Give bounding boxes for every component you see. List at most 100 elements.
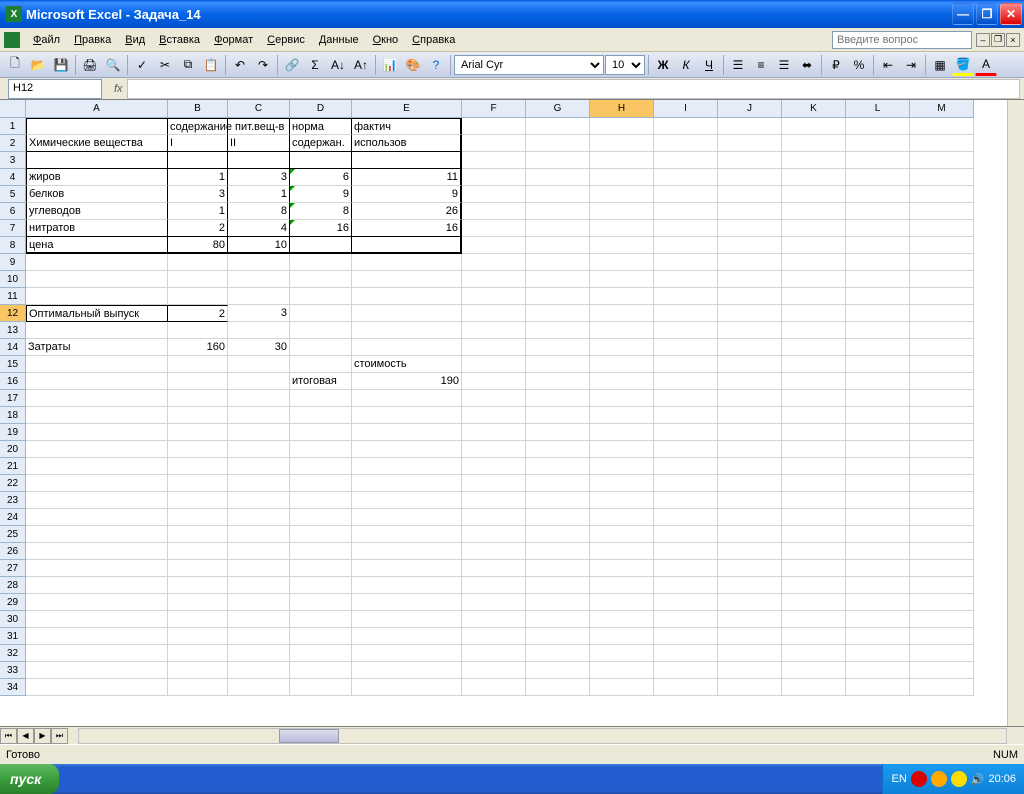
cell[interactable] [846, 407, 910, 424]
cell[interactable] [462, 679, 526, 696]
row-header[interactable]: 1 [0, 118, 26, 135]
cell[interactable] [910, 424, 974, 441]
cell[interactable]: стоимость [352, 356, 462, 373]
cell[interactable] [590, 594, 654, 611]
cell[interactable] [654, 628, 718, 645]
menu-item[interactable]: Правка [67, 31, 118, 49]
cell[interactable] [718, 492, 782, 509]
cell[interactable] [590, 271, 654, 288]
cell[interactable] [910, 118, 974, 135]
save-icon[interactable]: 💾 [50, 54, 72, 76]
column-header[interactable]: L [846, 100, 910, 118]
cell[interactable] [462, 475, 526, 492]
cell[interactable] [352, 271, 462, 288]
row-header[interactable]: 34 [0, 679, 26, 696]
cell[interactable] [718, 118, 782, 135]
menu-item[interactable]: Файл [26, 31, 67, 49]
cell[interactable] [782, 628, 846, 645]
cell[interactable] [654, 339, 718, 356]
cell[interactable] [352, 305, 462, 322]
cell[interactable] [352, 390, 462, 407]
cell[interactable] [526, 339, 590, 356]
cell[interactable] [846, 645, 910, 662]
cell[interactable] [846, 203, 910, 220]
cell[interactable] [26, 356, 168, 373]
cell[interactable] [654, 254, 718, 271]
cell[interactable] [654, 356, 718, 373]
cell[interactable] [782, 526, 846, 543]
cell[interactable] [782, 271, 846, 288]
autosum-icon[interactable]: Σ [304, 54, 326, 76]
row-header[interactable]: 33 [0, 662, 26, 679]
cell[interactable] [352, 526, 462, 543]
cell[interactable] [290, 407, 352, 424]
cell[interactable] [526, 611, 590, 628]
row-header[interactable]: 18 [0, 407, 26, 424]
menu-item[interactable]: Окно [366, 31, 406, 49]
cell[interactable] [168, 662, 228, 679]
cell[interactable] [168, 271, 228, 288]
cell[interactable] [846, 662, 910, 679]
cell[interactable] [846, 560, 910, 577]
copy-icon[interactable]: ⧉ [177, 54, 199, 76]
paste-icon[interactable]: 📋 [200, 54, 222, 76]
cell[interactable] [782, 220, 846, 237]
cell[interactable] [526, 271, 590, 288]
cell[interactable] [228, 543, 290, 560]
cell[interactable] [526, 645, 590, 662]
cell[interactable]: 10 [228, 237, 290, 254]
cell[interactable] [352, 679, 462, 696]
cell[interactable] [526, 356, 590, 373]
cell[interactable] [846, 526, 910, 543]
cell[interactable] [910, 526, 974, 543]
cell[interactable] [168, 492, 228, 509]
cell[interactable] [654, 543, 718, 560]
preview-icon[interactable]: 🔍 [102, 54, 124, 76]
cell[interactable] [228, 271, 290, 288]
cell[interactable]: 16 [290, 220, 352, 237]
font-size-combo[interactable]: 10 [605, 55, 645, 75]
cell[interactable] [782, 288, 846, 305]
cell[interactable] [290, 288, 352, 305]
cell[interactable]: 30 [228, 339, 290, 356]
cell[interactable] [26, 271, 168, 288]
row-header[interactable]: 21 [0, 458, 26, 475]
cell[interactable] [910, 662, 974, 679]
cell[interactable] [910, 475, 974, 492]
cell[interactable] [590, 662, 654, 679]
cell[interactable] [782, 424, 846, 441]
cell[interactable] [910, 611, 974, 628]
cell[interactable] [846, 305, 910, 322]
cell[interactable] [168, 441, 228, 458]
cell[interactable] [910, 594, 974, 611]
cell[interactable] [782, 169, 846, 186]
cell[interactable] [654, 424, 718, 441]
cell[interactable] [168, 594, 228, 611]
cell[interactable] [26, 611, 168, 628]
row-header[interactable]: 8 [0, 237, 26, 254]
cell[interactable] [290, 424, 352, 441]
cell[interactable] [228, 373, 290, 390]
column-header[interactable]: D [290, 100, 352, 118]
cell[interactable]: белков [26, 186, 168, 203]
cell[interactable] [846, 271, 910, 288]
cell[interactable] [654, 118, 718, 135]
cell[interactable] [352, 509, 462, 526]
cell[interactable] [228, 424, 290, 441]
cell[interactable] [290, 628, 352, 645]
cell[interactable]: I [168, 135, 228, 152]
cell[interactable] [590, 305, 654, 322]
cell[interactable] [590, 288, 654, 305]
cell[interactable] [846, 543, 910, 560]
cell[interactable] [718, 458, 782, 475]
cell[interactable] [718, 169, 782, 186]
cell[interactable] [526, 679, 590, 696]
cell[interactable] [168, 560, 228, 577]
cell[interactable] [782, 645, 846, 662]
cell[interactable] [26, 322, 168, 339]
menu-item[interactable]: Справка [405, 31, 462, 49]
cell[interactable] [462, 543, 526, 560]
cell[interactable] [718, 441, 782, 458]
menu-item[interactable]: Сервис [260, 31, 312, 49]
cell[interactable] [718, 203, 782, 220]
